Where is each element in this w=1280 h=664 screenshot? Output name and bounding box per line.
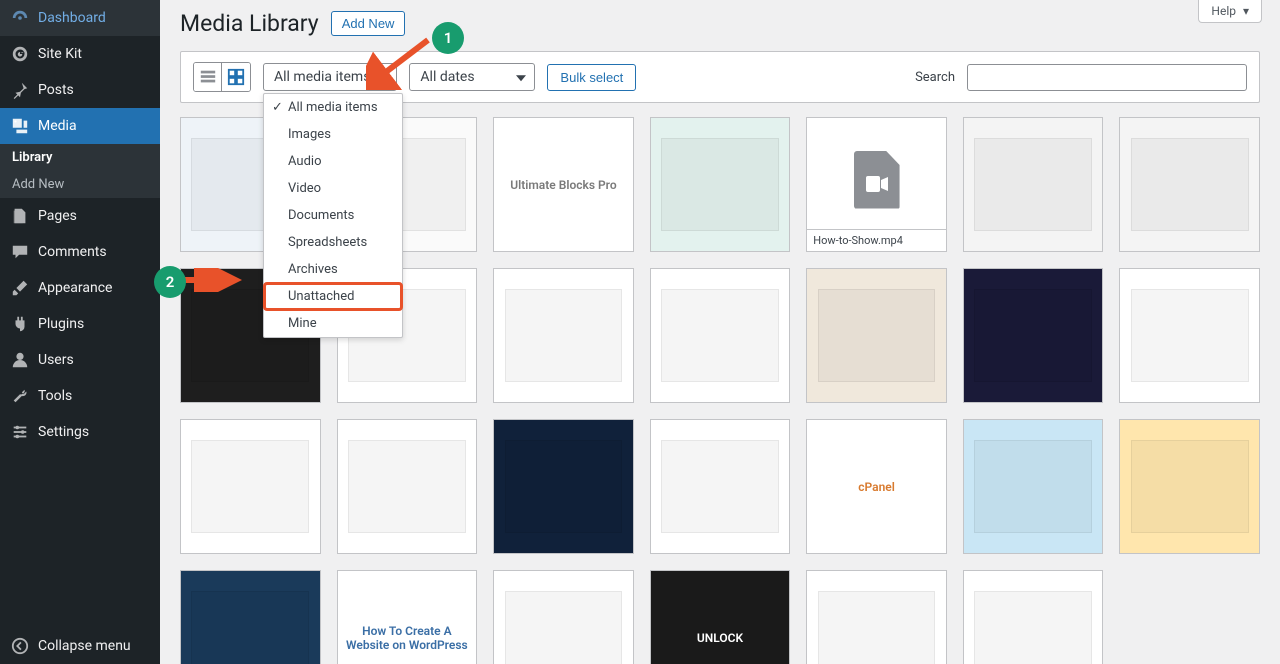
- media-filename: How-to-Show.mp4: [807, 229, 946, 251]
- media-item[interactable]: UNLOCK: [650, 570, 791, 664]
- bulk-select-button[interactable]: Bulk select: [547, 64, 636, 91]
- media-item[interactable]: [180, 419, 321, 554]
- sidebar-item-label: Posts: [38, 82, 74, 98]
- type-filter-option-unattached[interactable]: Unattached: [264, 283, 402, 310]
- sidebar-item-label: Media: [38, 118, 77, 134]
- sidebar-item-appearance[interactable]: Appearance: [0, 270, 160, 306]
- media-item[interactable]: [806, 570, 947, 664]
- media-item[interactable]: [963, 419, 1104, 554]
- help-tab[interactable]: Help ▾: [1198, 0, 1262, 23]
- media-item[interactable]: [1119, 419, 1260, 554]
- sidebar-item-comments[interactable]: Comments: [0, 234, 160, 270]
- media-thumb-text: cPanel: [852, 480, 901, 494]
- sidebar-item-media[interactable]: Media: [0, 108, 160, 144]
- collapse-icon: [10, 636, 30, 656]
- pin-icon: [10, 80, 30, 100]
- comment-icon: [10, 242, 30, 262]
- type-filter-option-images[interactable]: Images: [264, 121, 402, 148]
- media-icon: [10, 116, 30, 136]
- wrench-icon: [10, 386, 30, 406]
- media-item[interactable]: [180, 570, 321, 664]
- sidebar-item-label: Appearance: [38, 280, 112, 296]
- sidebar-item-label: Pages: [38, 208, 77, 224]
- chevron-down-icon: ▾: [1243, 4, 1249, 18]
- brush-icon: [10, 278, 30, 298]
- media-item[interactable]: [493, 570, 634, 664]
- sidebar-item-label: Settings: [38, 424, 89, 440]
- type-filter-option-archives[interactable]: Archives: [264, 256, 402, 283]
- type-filter-option-video[interactable]: Video: [264, 175, 402, 202]
- sidebar-item-label: Site Kit: [38, 46, 82, 62]
- sidebar-item-label: Comments: [38, 244, 107, 260]
- media-item[interactable]: cPanel: [806, 419, 947, 554]
- page-title: Media Library: [180, 10, 319, 37]
- search-input[interactable]: [967, 64, 1247, 91]
- media-thumb-text: How To Create A Website on WordPress: [338, 624, 477, 652]
- list-view-button[interactable]: [194, 63, 222, 91]
- submenu-item-library[interactable]: Library: [0, 144, 160, 171]
- sidebar-item-site-kit[interactable]: Site Kit: [0, 36, 160, 72]
- type-filter-option-audio[interactable]: Audio: [264, 148, 402, 175]
- settings-icon: [10, 422, 30, 442]
- annotation-badge-1: 1: [432, 22, 464, 54]
- media-item[interactable]: [493, 268, 634, 403]
- media-item[interactable]: Ultimate Blocks Pro: [493, 117, 634, 252]
- collapse-menu-label: Collapse menu: [38, 638, 131, 654]
- sidebar-item-plugins[interactable]: Plugins: [0, 306, 160, 342]
- sidebar-item-users[interactable]: Users: [0, 342, 160, 378]
- media-item[interactable]: [650, 117, 791, 252]
- annotation-badge-2: 2: [154, 266, 186, 298]
- media-thumb-text: UNLOCK: [691, 631, 749, 645]
- sidebar-item-label: Users: [38, 352, 74, 368]
- sidebar-item-label: Tools: [38, 388, 72, 404]
- media-item[interactable]: [650, 268, 791, 403]
- media-item[interactable]: [650, 419, 791, 554]
- media-thumb-text: Ultimate Blocks Pro: [504, 178, 622, 192]
- media-item[interactable]: How To Create A Website on WordPress: [337, 570, 478, 664]
- user-icon: [10, 350, 30, 370]
- media-item[interactable]: [963, 268, 1104, 403]
- collapse-menu-button[interactable]: Collapse menu: [0, 628, 160, 664]
- sidebar-item-label: Plugins: [38, 316, 84, 332]
- type-filter-dropdown: All media itemsImagesAudioVideoDocuments…: [263, 93, 403, 338]
- view-toggle: [193, 62, 251, 92]
- g-icon: [10, 44, 30, 64]
- plugin-icon: [10, 314, 30, 334]
- media-submenu: LibraryAdd New: [0, 144, 160, 198]
- type-filter-option-spreadsheets[interactable]: Spreadsheets: [264, 229, 402, 256]
- grid-icon: [227, 68, 245, 86]
- sidebar-item-pages[interactable]: Pages: [0, 198, 160, 234]
- search-label: Search: [915, 70, 955, 85]
- dashicons-dashboard: [10, 8, 30, 28]
- type-filter-option-mine[interactable]: Mine: [264, 310, 402, 337]
- list-icon: [199, 68, 217, 86]
- type-filter-option-documents[interactable]: Documents: [264, 202, 402, 229]
- media-item[interactable]: [493, 419, 634, 554]
- page-icon: [10, 206, 30, 226]
- video-file-icon: [854, 151, 900, 209]
- media-item[interactable]: [806, 268, 947, 403]
- media-item[interactable]: How-to-Show.mp4: [806, 117, 947, 252]
- admin-sidebar: Dashboard Site Kit Posts Media LibraryAdd Ne…: [0, 0, 160, 664]
- submenu-item-add-new[interactable]: Add New: [0, 171, 160, 198]
- sidebar-item-dashboard[interactable]: Dashboard: [0, 0, 160, 36]
- add-new-button[interactable]: Add New: [331, 11, 406, 36]
- media-item[interactable]: [963, 570, 1104, 664]
- grid-view-button[interactable]: [222, 63, 250, 91]
- media-item[interactable]: [963, 117, 1104, 252]
- media-item[interactable]: [1119, 268, 1260, 403]
- sidebar-item-label: Dashboard: [38, 10, 106, 26]
- main-content: Help ▾ Media Library Add New All media i…: [160, 0, 1280, 664]
- sidebar-item-tools[interactable]: Tools: [0, 378, 160, 414]
- media-item[interactable]: [1119, 117, 1260, 252]
- sidebar-item-posts[interactable]: Posts: [0, 72, 160, 108]
- type-filter-option-all-media-items[interactable]: All media items: [264, 94, 402, 121]
- annotation-arrow-1: [366, 34, 436, 90]
- media-toolbar: All media items All media itemsImagesAud…: [180, 51, 1260, 103]
- media-item[interactable]: [337, 419, 478, 554]
- sidebar-item-settings[interactable]: Settings: [0, 414, 160, 450]
